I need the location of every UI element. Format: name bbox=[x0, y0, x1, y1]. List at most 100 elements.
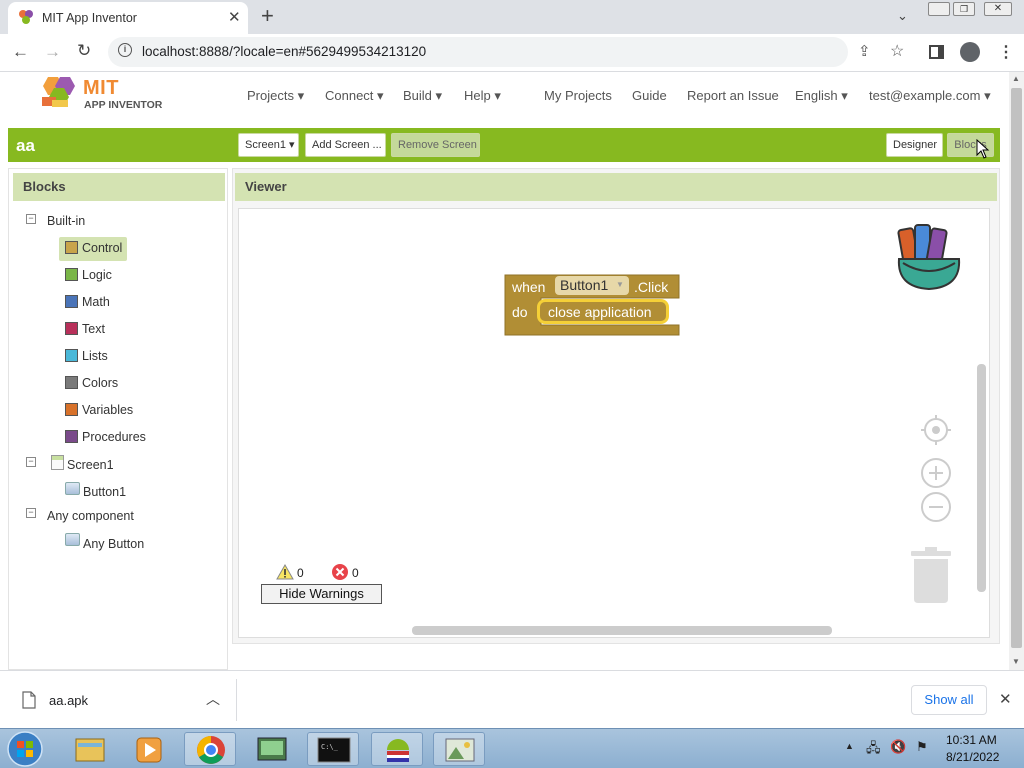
show-all-button[interactable]: Show all bbox=[911, 685, 987, 715]
menu-build[interactable]: Build ▾ bbox=[403, 88, 442, 104]
zoom-in-icon[interactable] bbox=[920, 457, 952, 489]
add-screen-button[interactable]: Add Screen ... bbox=[305, 133, 386, 157]
screen-dropdown[interactable]: Screen1 ▾ bbox=[238, 133, 299, 157]
errors-count: 0 bbox=[352, 566, 359, 580]
close-shelf-icon[interactable]: ✕ bbox=[999, 690, 1012, 708]
logic-color-swatch-icon bbox=[65, 268, 78, 281]
url-text: localhost:8888/?locale=en#56294995342131… bbox=[142, 44, 427, 59]
new-tab-button[interactable]: + bbox=[261, 3, 274, 29]
image-viewer-taskbar-icon[interactable] bbox=[433, 732, 485, 766]
remove-screen-button[interactable]: Remove Screen bbox=[391, 133, 480, 157]
profile-avatar-icon[interactable] bbox=[960, 42, 980, 62]
flag-icon[interactable]: ⚑ bbox=[916, 739, 928, 755]
browser-toolbar: ← → ↻ i localhost:8888/?locale=en#562949… bbox=[0, 34, 1024, 72]
trash-icon[interactable] bbox=[909, 547, 953, 605]
hide-warnings-button[interactable]: Hide Warnings bbox=[261, 584, 382, 604]
dropdown-arrow-icon: ▼ bbox=[616, 280, 624, 289]
menu-projects[interactable]: Projects ▾ bbox=[247, 88, 304, 104]
workspace-horizontal-scrollbar[interactable] bbox=[412, 626, 832, 635]
mit-logo-icon[interactable] bbox=[36, 75, 80, 115]
menu-report-issue[interactable]: Report an Issue bbox=[687, 88, 779, 103]
logo-mit: MIT bbox=[83, 77, 119, 99]
logo-app-inventor: APP INVENTOR bbox=[84, 99, 163, 111]
category-colors[interactable]: Colors bbox=[65, 376, 118, 390]
mouse-cursor-icon bbox=[976, 139, 990, 159]
menu-my-projects[interactable]: My Projects bbox=[544, 88, 612, 103]
site-info-icon[interactable]: i bbox=[118, 43, 132, 57]
project-name: aa bbox=[16, 136, 35, 155]
app-taskbar-icon[interactable] bbox=[246, 732, 298, 766]
file-explorer-taskbar-icon[interactable] bbox=[64, 732, 116, 766]
chrome-taskbar-icon[interactable] bbox=[184, 732, 236, 766]
workspace-vertical-scrollbar[interactable] bbox=[977, 364, 986, 592]
category-logic[interactable]: Logic bbox=[65, 268, 112, 282]
category-text[interactable]: Text bbox=[65, 322, 105, 336]
when-click-block[interactable]: when Button1 ▼ .Click do close applicati… bbox=[501, 273, 681, 336]
builtin-node[interactable]: Built-in bbox=[47, 214, 85, 228]
zoom-out-icon[interactable] bbox=[920, 491, 952, 523]
category-label: Logic bbox=[82, 268, 112, 282]
address-bar[interactable]: i localhost:8888/?locale=en#562949953421… bbox=[108, 37, 904, 67]
variables-color-swatch-icon bbox=[65, 403, 78, 416]
page-scrollbar[interactable]: ▲ ▼ bbox=[1009, 72, 1024, 670]
screen-collapse-icon[interactable]: − bbox=[26, 457, 36, 467]
error-icon bbox=[331, 563, 349, 581]
clock-date[interactable]: 8/21/2022 bbox=[946, 750, 999, 764]
category-lists[interactable]: Lists bbox=[65, 349, 108, 363]
close-application-block[interactable]: close application bbox=[537, 299, 669, 324]
side-panel-icon[interactable] bbox=[929, 45, 944, 59]
menu-help[interactable]: Help ▾ bbox=[464, 88, 501, 104]
volume-muted-icon[interactable]: 🔇 bbox=[890, 739, 906, 755]
any-component-node[interactable]: Any component bbox=[47, 509, 134, 523]
tab-close-icon[interactable]: ✕ bbox=[228, 8, 241, 26]
category-math[interactable]: Math bbox=[65, 295, 110, 309]
android-taskbar-icon[interactable] bbox=[371, 732, 423, 766]
command-prompt-taskbar-icon[interactable]: C:\_ bbox=[307, 732, 359, 766]
bookmark-star-icon[interactable]: ☆ bbox=[890, 41, 904, 61]
start-button-icon[interactable] bbox=[5, 730, 45, 768]
math-color-swatch-icon bbox=[65, 295, 78, 308]
category-variables[interactable]: Variables bbox=[65, 403, 133, 417]
forward-icon[interactable]: → bbox=[44, 42, 61, 62]
window-close-icon[interactable]: ✕ bbox=[984, 2, 1012, 16]
when-label: when bbox=[512, 279, 546, 295]
network-icon[interactable]: 🖧 bbox=[866, 739, 881, 761]
component-dropdown-label: Button1 bbox=[560, 277, 609, 293]
any-button-node[interactable]: Any Button bbox=[83, 537, 144, 551]
screen-icon bbox=[51, 455, 64, 470]
menu-account[interactable]: test@example.com ▾ bbox=[869, 88, 991, 104]
window-minimize-icon[interactable] bbox=[928, 2, 950, 16]
category-procedures[interactable]: Procedures bbox=[65, 430, 146, 444]
download-filename[interactable]: aa.apk bbox=[49, 693, 88, 708]
menu-kebab-icon[interactable]: ⋮ bbox=[998, 42, 1014, 62]
designer-button[interactable]: Designer bbox=[886, 133, 943, 157]
backpack-icon[interactable] bbox=[891, 219, 967, 293]
download-options-chevron-icon[interactable]: ︿ bbox=[206, 689, 220, 709]
menu-guide[interactable]: Guide bbox=[632, 88, 667, 103]
menu-connect[interactable]: Connect ▾ bbox=[325, 88, 384, 104]
back-icon[interactable]: ← bbox=[12, 42, 29, 62]
recenter-icon[interactable] bbox=[920, 414, 952, 446]
window-restore-icon[interactable]: ❐ bbox=[953, 2, 975, 16]
reload-icon[interactable]: ↻ bbox=[77, 41, 91, 61]
any-component-collapse-icon[interactable]: − bbox=[26, 508, 36, 518]
blocks-workspace[interactable]: when Button1 ▼ .Click do close applicati… bbox=[238, 208, 990, 638]
show-hidden-icons[interactable]: ▲ bbox=[845, 741, 854, 751]
clock-time[interactable]: 10:31 AM bbox=[946, 733, 997, 747]
tab-search-icon[interactable]: ⌄ bbox=[897, 8, 908, 24]
share-icon[interactable]: ⇪ bbox=[858, 42, 871, 60]
category-label: Lists bbox=[82, 349, 108, 363]
button1-node[interactable]: Button1 bbox=[83, 485, 126, 499]
component-dropdown[interactable]: Button1 ▼ bbox=[555, 276, 629, 295]
warnings-count: 0 bbox=[297, 566, 304, 580]
media-player-taskbar-icon[interactable] bbox=[123, 732, 175, 766]
builtin-collapse-icon[interactable]: − bbox=[26, 214, 36, 224]
menu-language[interactable]: English ▾ bbox=[795, 88, 848, 104]
tab-title: MIT App Inventor bbox=[42, 11, 137, 25]
category-label: Text bbox=[82, 322, 105, 336]
browser-tab[interactable]: MIT App Inventor ✕ bbox=[8, 2, 248, 34]
project-toolbar: aa Screen1 ▾ Add Screen ... Remove Scree… bbox=[8, 128, 1000, 162]
blocks-panel-title: Blocks bbox=[13, 173, 225, 201]
screen-node[interactable]: Screen1 bbox=[67, 458, 114, 472]
category-control[interactable]: Control bbox=[65, 241, 122, 255]
